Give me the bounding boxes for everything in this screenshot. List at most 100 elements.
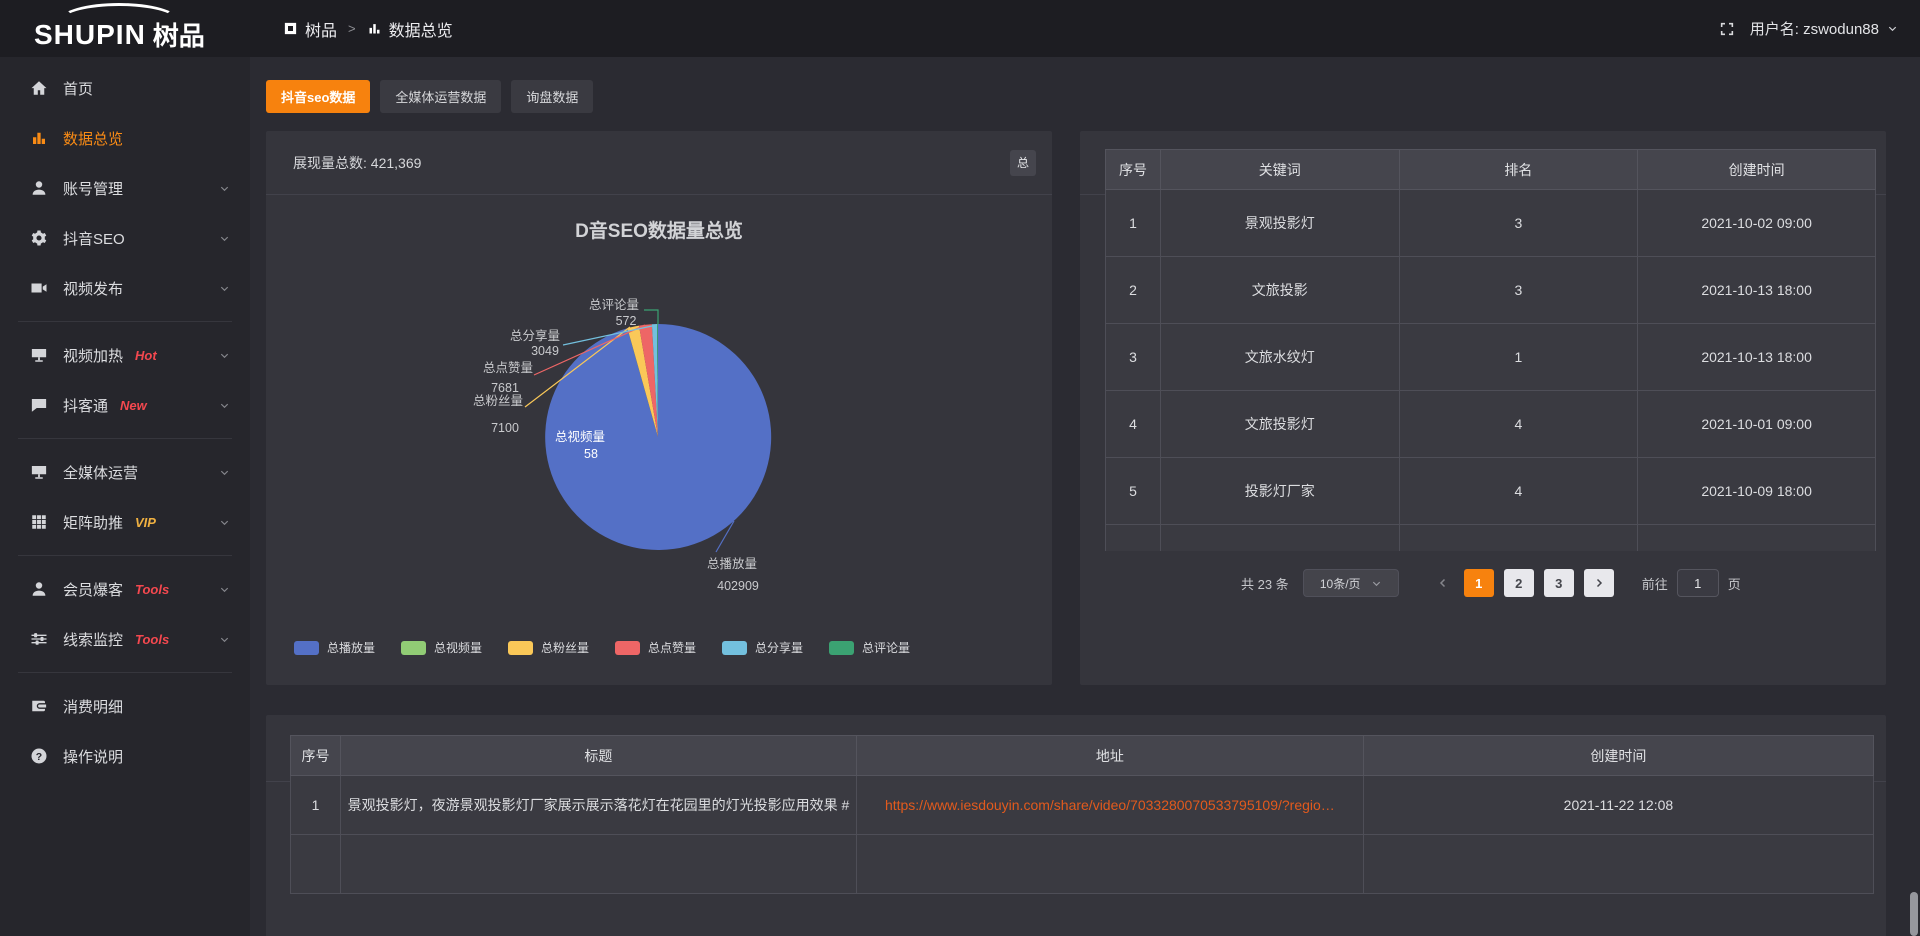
- bar-chart-icon: [367, 21, 382, 36]
- pie-label-name: 总点赞量: [483, 361, 533, 375]
- cell: 1: [1106, 190, 1161, 257]
- pie-label-value: 572: [616, 314, 637, 328]
- cell: 4: [1399, 391, 1638, 458]
- user-menu[interactable]: 用户名: zswodun88: [1750, 18, 1898, 39]
- tab-inquiry-data[interactable]: 询盘数据: [511, 80, 593, 113]
- cell: 2021-10-02 09:00: [1638, 190, 1876, 257]
- legend-swatch: [508, 641, 533, 655]
- grid-icon: [30, 513, 48, 531]
- cell: [1399, 525, 1638, 552]
- chevron-down-icon: [219, 517, 230, 528]
- pie-label-name: 总分享量: [510, 328, 560, 343]
- sidebar-item-label: 线索监控: [63, 629, 123, 650]
- pie-label-name: 总评论量: [589, 298, 639, 312]
- seo-chart-panel: 展现量总数: 421,369 总 D音SEO数据量总览 总播放量402909总视…: [266, 131, 1052, 685]
- legend-item[interactable]: 总分享量: [722, 639, 803, 656]
- legend-item[interactable]: 总粉丝量: [508, 639, 589, 656]
- legend-item[interactable]: 总视频量: [401, 639, 482, 656]
- chevron-down-icon: [219, 400, 230, 411]
- pie-label-name: 总粉丝量: [473, 393, 523, 408]
- cell: 4: [1106, 391, 1161, 458]
- pie-label-value: 3049: [531, 344, 559, 358]
- legend-swatch: [722, 641, 747, 655]
- cell-index: 1: [291, 776, 341, 835]
- pagination-total: 共 23 条: [1241, 574, 1289, 593]
- legend-label: 总点赞量: [648, 639, 696, 656]
- legend-item[interactable]: 总评论量: [829, 639, 910, 656]
- sidebar-item-label: 会员爆客: [63, 579, 123, 600]
- data-table: 序号标题地址创建时间1景观投影灯，夜游景观投影灯厂家展示展示落花灯在花园里的灯光…: [290, 735, 1874, 894]
- sidebar-divider: [18, 438, 232, 439]
- cell: 文旅投影灯: [1160, 391, 1399, 458]
- column-header: 关键词: [1160, 150, 1399, 190]
- goto-page-input[interactable]: [1677, 569, 1719, 597]
- pie-chart: 总播放量402909总视频量58总粉丝量7100总点赞量7681总分享量3049…: [266, 195, 1052, 684]
- cell: 2021-10-09 18:00: [1638, 458, 1876, 525]
- sidebar-item-home[interactable]: 首页: [0, 63, 250, 113]
- chart-icon: [30, 129, 48, 147]
- prev-page-button[interactable]: [1435, 577, 1451, 589]
- logo-arc-icon: [60, 3, 178, 37]
- legend-item[interactable]: 总点赞量: [615, 639, 696, 656]
- gear-icon: [30, 229, 48, 247]
- cell: 景观投影灯: [1160, 190, 1399, 257]
- sidebar-item-media-operation[interactable]: 全媒体运营: [0, 447, 250, 497]
- cell: [1638, 525, 1876, 552]
- sidebar-item-clue-monitor[interactable]: 线索监控Tools: [0, 614, 250, 664]
- pie-label-value: 58: [584, 447, 598, 461]
- sidebar-item-account-manage[interactable]: 账号管理: [0, 163, 250, 213]
- chevron-down-icon: [219, 283, 230, 294]
- sidebar-item-help[interactable]: ?操作说明: [0, 731, 250, 781]
- tab-douyin-seo-data[interactable]: 抖音seo数据: [266, 80, 370, 113]
- cell-time: 2021-11-22 12:08: [1363, 776, 1873, 835]
- table-row-empty: [1106, 525, 1876, 552]
- table-header-row: 序号标题地址创建时间: [291, 736, 1874, 776]
- data-tabs: 抖音seo数据全媒体运营数据询盘数据: [266, 80, 593, 113]
- table-row: 1景观投影灯，夜游景观投影灯厂家展示展示落花灯在花园里的灯光投影应用效果 #ht…: [291, 776, 1874, 835]
- chevron-down-icon: [219, 584, 230, 595]
- video-link[interactable]: https://www.iesdouyin.com/share/video/70…: [885, 797, 1335, 813]
- sidebar-item-data-overview[interactable]: 数据总览: [0, 113, 250, 163]
- sidebar: 首页数据总览账号管理抖音SEO 视频发布视频加热Hot抖客通New 全媒体运营矩阵助…: [0, 57, 250, 936]
- sliders-icon: [30, 630, 48, 648]
- sidebar-item-douketong[interactable]: 抖客通New: [0, 380, 250, 430]
- legend-item[interactable]: 总播放量: [294, 639, 375, 656]
- sidebar-item-label: 视频加热: [63, 345, 123, 366]
- sidebar-item-matrix-boost[interactable]: 矩阵助推VIP: [0, 497, 250, 547]
- column-header: 序号: [291, 736, 341, 776]
- cell: 3: [1399, 257, 1638, 324]
- sidebar-item-video-heat[interactable]: 视频加热Hot: [0, 330, 250, 380]
- video-icon: [30, 279, 48, 297]
- page-button-2[interactable]: 2: [1504, 569, 1534, 597]
- sidebar-item-label: 抖客通: [63, 395, 108, 416]
- cell: [340, 835, 856, 894]
- column-header: 地址: [856, 736, 1363, 776]
- scrollbar-thumb[interactable]: [1910, 892, 1918, 936]
- column-header: 创建时间: [1638, 150, 1876, 190]
- breadcrumb-item-root[interactable]: 树品: [283, 17, 337, 41]
- breadcrumb-label: 数据总览: [389, 17, 453, 41]
- sidebar-item-video-publish[interactable]: 视频发布: [0, 263, 250, 313]
- page-button-3[interactable]: 3: [1544, 569, 1574, 597]
- cell: [291, 835, 341, 894]
- breadcrumb: 树品 > 数据总览: [283, 0, 453, 57]
- sidebar-item-consume-detail[interactable]: 消费明细: [0, 681, 250, 731]
- legend-label: 总评论量: [862, 639, 910, 656]
- fullscreen-icon[interactable]: [1719, 21, 1735, 37]
- table-header-row: 序号关键词排名创建时间: [1106, 150, 1876, 190]
- sidebar-item-label: 数据总览: [63, 128, 123, 149]
- next-page-button[interactable]: [1584, 569, 1614, 597]
- chevron-down-icon: [219, 634, 230, 645]
- tab-media-operation-data[interactable]: 全媒体运营数据: [380, 80, 501, 113]
- sidebar-item-member-baoke[interactable]: 会员爆客Tools: [0, 564, 250, 614]
- page-size-select[interactable]: 10条/页: [1303, 569, 1399, 597]
- page-size-value: 10条/页: [1320, 575, 1361, 592]
- chevron-down-icon: [1371, 578, 1382, 589]
- sidebar-item-label: 视频发布: [63, 278, 123, 299]
- cell: 3: [1399, 190, 1638, 257]
- page-button-1[interactable]: 1: [1464, 569, 1494, 597]
- total-view-button[interactable]: 总: [1010, 150, 1036, 176]
- sidebar-item-douyin-seo[interactable]: 抖音SEO: [0, 213, 250, 263]
- table-row: 4文旅投影灯42021-10-01 09:00: [1106, 391, 1876, 458]
- column-header: 序号: [1106, 150, 1161, 190]
